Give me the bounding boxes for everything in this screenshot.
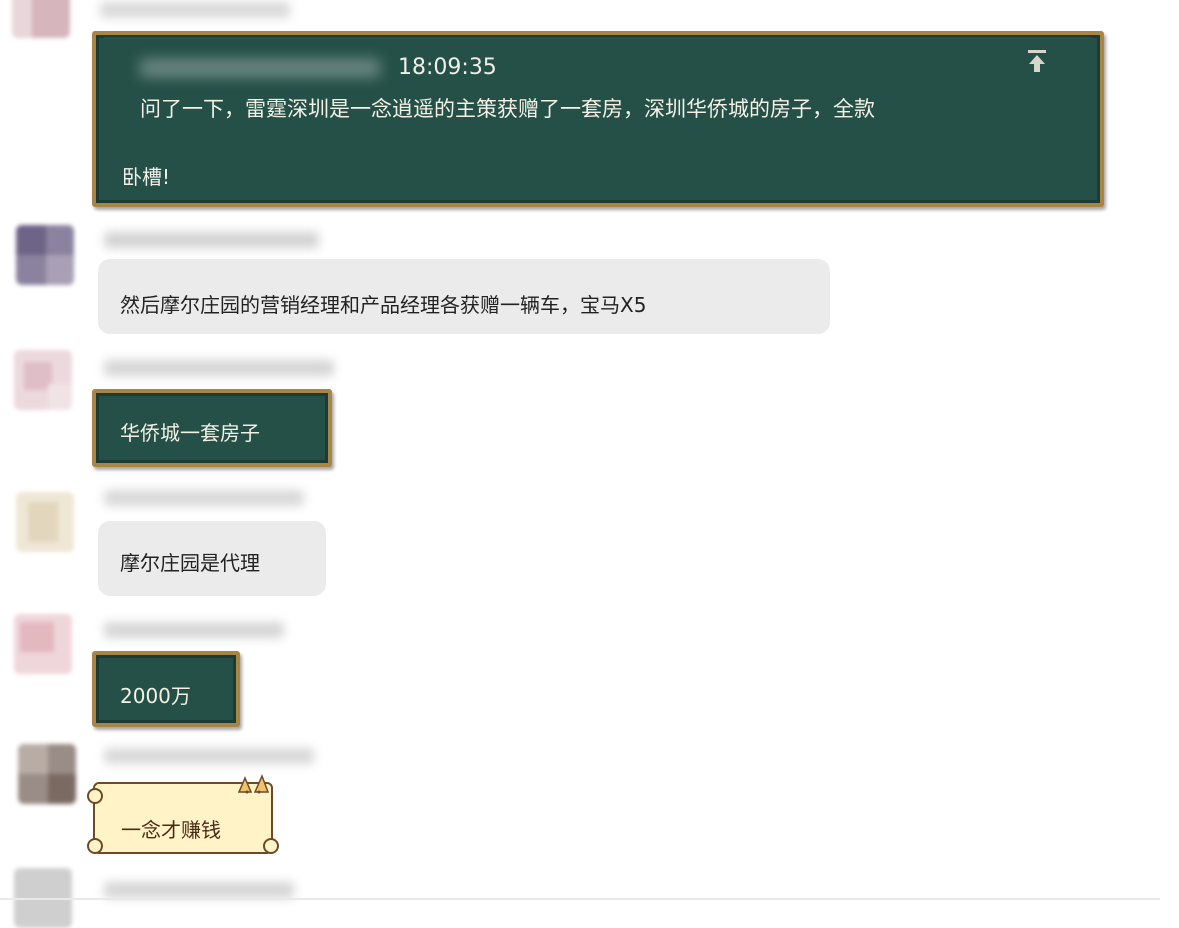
cat-ears-icon bbox=[235, 772, 271, 796]
sender-name bbox=[104, 622, 284, 638]
message-bubble[interactable]: 然后摩尔庄园的营销经理和产品经理各获赠一辆车，宝马X5 bbox=[98, 259, 830, 334]
message-bubble[interactable]: 摩尔庄园是代理 bbox=[98, 521, 326, 596]
sender-name bbox=[104, 490, 304, 506]
message-text: 卧槽! bbox=[122, 165, 171, 189]
message-text: 摩尔庄园是代理 bbox=[120, 551, 260, 575]
avatar[interactable] bbox=[12, 0, 70, 38]
message-text: 然后摩尔庄园的营销经理和产品经理各获赠一辆车，宝马X5 bbox=[120, 293, 647, 317]
sender-name bbox=[104, 232, 319, 248]
divider bbox=[0, 898, 1160, 900]
avatar[interactable] bbox=[14, 614, 72, 674]
sender-name bbox=[100, 2, 290, 18]
pin-to-top-icon[interactable] bbox=[1026, 49, 1048, 73]
message-bubble[interactable]: 华侨城一套房子 bbox=[92, 389, 332, 467]
divider bbox=[104, 37, 1092, 38]
scroll-curl-right bbox=[263, 838, 279, 854]
sender-name bbox=[104, 360, 334, 376]
scroll-curl-left bbox=[87, 788, 103, 804]
avatar[interactable] bbox=[18, 744, 76, 804]
message-bubble[interactable]: 一念才赚钱 bbox=[87, 774, 279, 854]
message-text: 2000万 bbox=[120, 684, 191, 708]
message-bubble[interactable]: 2000万 bbox=[92, 651, 240, 727]
message-text: 一念才赚钱 bbox=[121, 818, 221, 842]
message-bubble[interactable]: 18:09:35 问了一下，雷霆深圳是一念逍遥的主策获赠了一套房，深圳华侨城的房… bbox=[92, 31, 1104, 207]
sender-name bbox=[104, 748, 314, 764]
message-text: 问了一下，雷霆深圳是一念逍遥的主策获赠了一套房，深圳华侨城的房子，全款 bbox=[140, 97, 875, 121]
sender-name bbox=[104, 882, 294, 898]
avatar[interactable] bbox=[16, 225, 74, 285]
message-text: 华侨城一套房子 bbox=[120, 421, 260, 445]
avatar[interactable] bbox=[14, 350, 72, 410]
avatar[interactable] bbox=[16, 492, 74, 552]
scroll-curl-left bbox=[87, 838, 103, 854]
message-time: 18:09:35 bbox=[398, 55, 497, 80]
sender-name bbox=[140, 59, 380, 77]
